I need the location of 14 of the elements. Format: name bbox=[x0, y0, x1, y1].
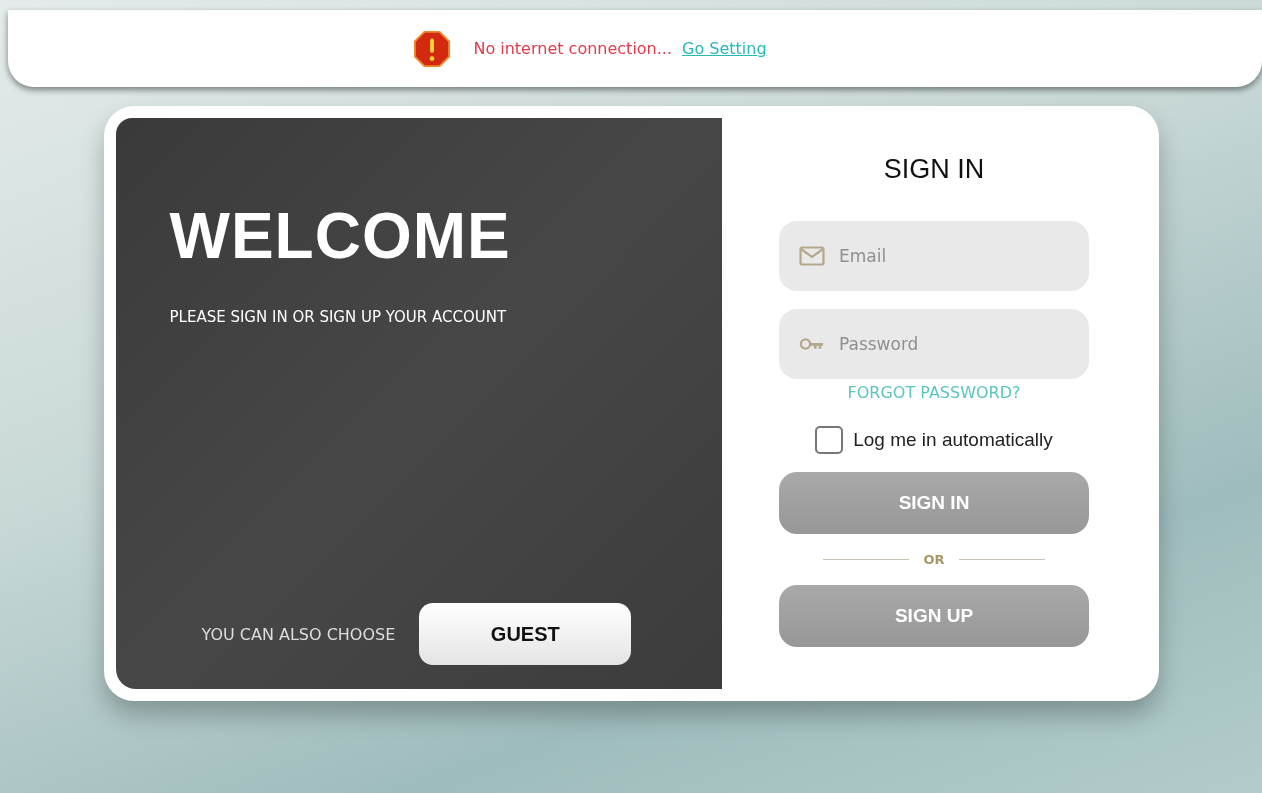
welcome-subtitle: PLEASE SIGN IN OR SIGN UP YOUR ACCOUNT bbox=[169, 308, 508, 326]
divider-label: OR bbox=[923, 552, 945, 567]
remember-label: Log me in automatically bbox=[853, 429, 1053, 451]
forgot-password-link[interactable]: FORGOT PASSWORD? bbox=[847, 383, 1021, 402]
password-field[interactable]: Password bbox=[779, 309, 1089, 379]
guest-button[interactable]: GUEST bbox=[419, 603, 632, 665]
sign-in-title: SIGN IN bbox=[883, 154, 985, 185]
guest-prompt: YOU CAN ALSO CHOOSE bbox=[201, 624, 396, 644]
remember-checkbox[interactable] bbox=[815, 426, 844, 454]
warning-icon bbox=[413, 29, 452, 68]
banner-message: No internet connection... bbox=[473, 39, 672, 58]
email-field[interactable]: Email bbox=[779, 221, 1089, 291]
settings-link[interactable]: Go Setting bbox=[682, 39, 767, 58]
welcome-title: WELCOME bbox=[169, 204, 512, 268]
